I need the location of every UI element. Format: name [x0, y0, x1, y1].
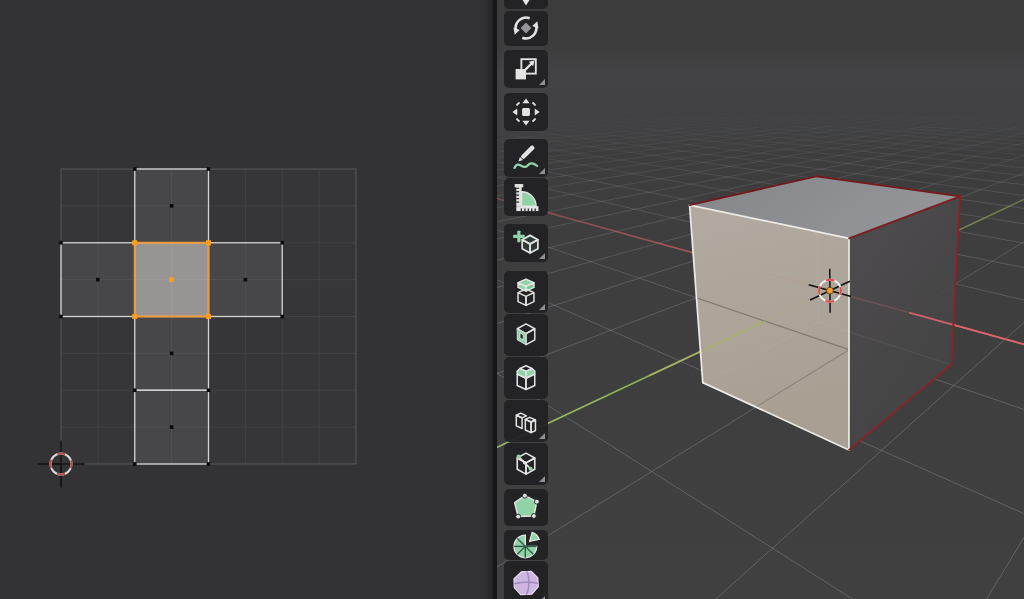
inset-icon [511, 320, 541, 350]
smooth-icon [511, 568, 541, 598]
uv-vertex[interactable] [207, 167, 211, 171]
uv-face-dot[interactable] [170, 425, 174, 429]
uv-face-dot[interactable] [244, 278, 248, 282]
uv-face-dot[interactable] [170, 204, 174, 208]
tool-spin-button[interactable] [504, 530, 548, 561]
uv-vertex[interactable] [207, 388, 211, 392]
loop-cut-icon [511, 406, 541, 436]
tool-knife-button[interactable] [504, 443, 548, 485]
uv-vertex-selected[interactable] [206, 314, 211, 319]
move-icon [511, 0, 541, 6]
tool-options-corner-icon [539, 253, 545, 259]
tool-bevel-button[interactable] [504, 357, 548, 399]
spin-icon [511, 530, 541, 560]
tool-measure-button[interactable] [504, 178, 548, 216]
tool-options-corner-icon [539, 476, 545, 482]
tool-move-button[interactable] [504, 0, 548, 9]
object-origin-dot[interactable] [827, 287, 834, 294]
uv-editor-edge-shade [478, 0, 493, 599]
uv-face-dot[interactable] [170, 352, 174, 356]
uv-vertex[interactable] [133, 167, 137, 171]
uv-vertex-selected[interactable] [132, 314, 137, 319]
uv-editor[interactable] [0, 0, 493, 599]
tool-options-corner-icon [539, 79, 545, 85]
tool-extrude-region-button[interactable] [504, 271, 548, 313]
tool-add-cube-button[interactable] [504, 224, 548, 262]
tool-annotate-button[interactable] [504, 139, 548, 177]
uv-face-dot[interactable] [96, 278, 100, 282]
uv-vertex[interactable] [280, 315, 284, 319]
tool-transform-button[interactable] [504, 93, 548, 131]
poly-build-icon [511, 492, 541, 522]
uv-vertex[interactable] [59, 315, 63, 319]
tool-rotate-button[interactable] [504, 11, 548, 46]
uv-vertex[interactable] [280, 241, 284, 245]
annotate-icon [511, 143, 541, 173]
viewport-3d-canvas[interactable] [497, 0, 1024, 599]
uv-vertex[interactable] [133, 388, 137, 392]
tool-loop-cut-button[interactable] [504, 400, 548, 442]
blender-window [0, 0, 1024, 599]
uv-vertex[interactable] [133, 462, 137, 466]
knife-icon [511, 449, 541, 479]
scale-icon [511, 54, 541, 84]
uv-vertex[interactable] [207, 462, 211, 466]
add-cube-icon [511, 228, 541, 258]
tool-smooth-button[interactable] [504, 561, 548, 599]
uv-vertex-selected[interactable] [132, 240, 137, 245]
bevel-icon [511, 363, 541, 393]
uv-vertex[interactable] [59, 241, 63, 245]
tool-scale-button[interactable] [504, 50, 548, 88]
rotate-icon [511, 13, 541, 43]
extrude-icon [511, 277, 541, 307]
viewport-3d[interactable] [497, 0, 1024, 599]
tool-poly-build-button[interactable] [504, 489, 548, 526]
tool-options-corner-icon [539, 304, 545, 310]
transform-icon [511, 97, 541, 127]
uv-vertex-selected[interactable] [206, 240, 211, 245]
tool-inset-faces-button[interactable] [504, 314, 548, 356]
uv-editor-canvas[interactable] [0, 0, 493, 599]
measure-icon [511, 182, 541, 212]
tool-options-corner-icon [539, 168, 545, 174]
uv-face-dot-selected[interactable] [169, 277, 174, 282]
tool-options-corner-icon [539, 433, 545, 439]
